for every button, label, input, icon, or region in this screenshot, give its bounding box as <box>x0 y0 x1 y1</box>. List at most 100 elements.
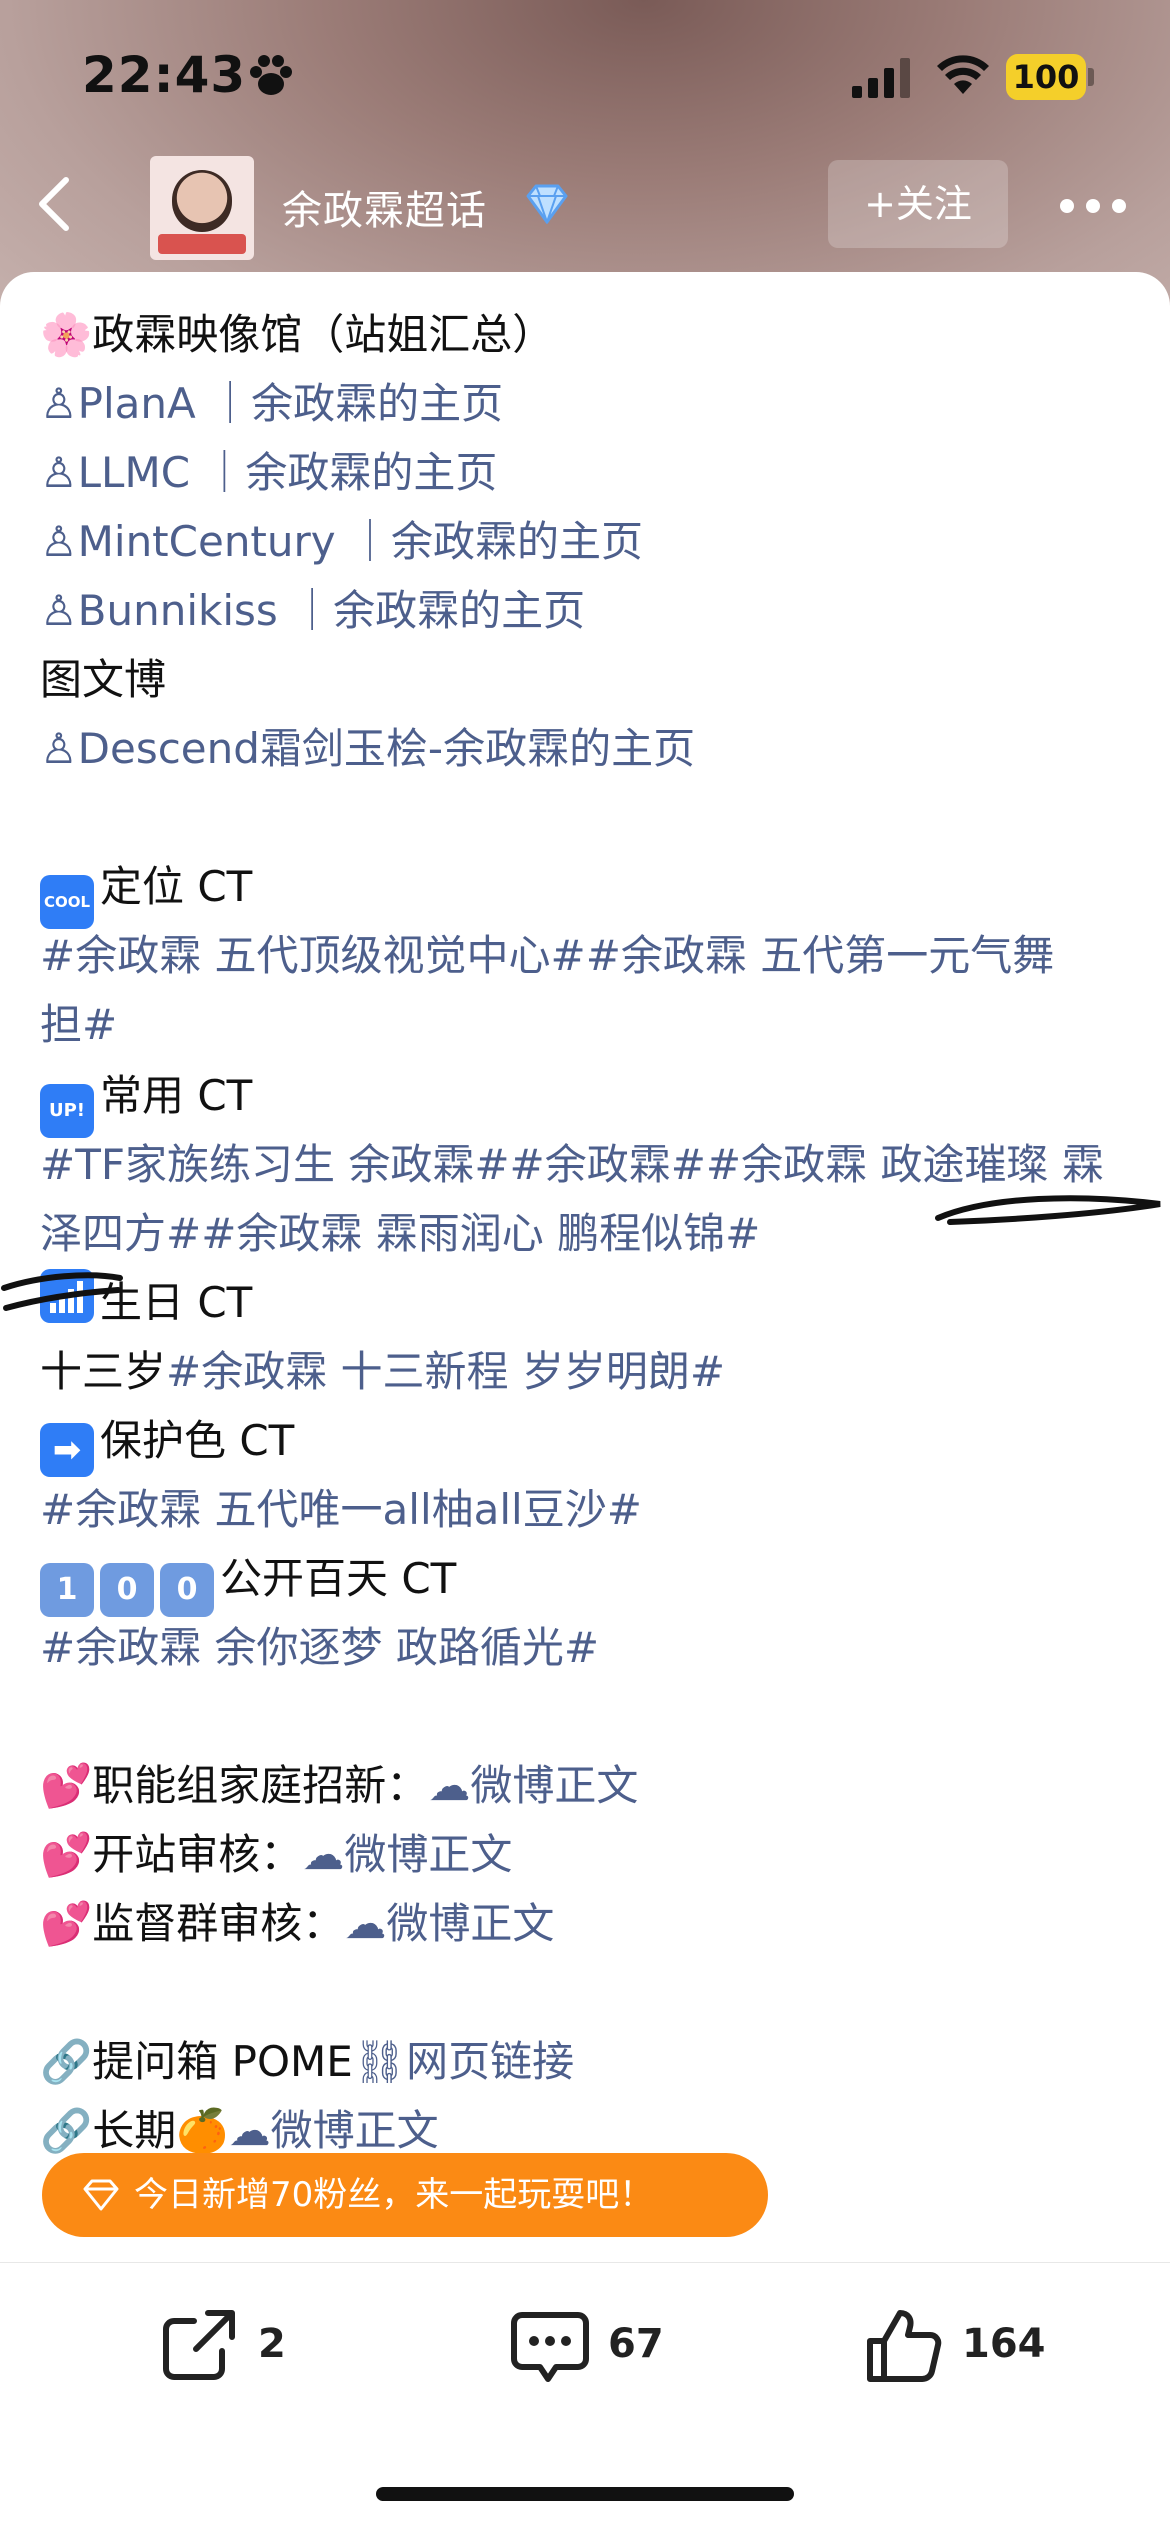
comment-icon <box>511 2312 589 2382</box>
profile-link[interactable]: ♙Bunnikiss ｜余政霖的主页 <box>40 576 1140 645</box>
person-icon: ♙ <box>40 448 78 497</box>
question-box-line: 🔗提问箱 POME⛓网页链接 <box>40 2027 1140 2096</box>
section-heading-text: 公开百天 CT <box>220 1554 457 1603</box>
profile-link-text[interactable]: PlanA ｜余政霖的主页 <box>78 379 503 428</box>
like-count: 164 <box>962 2321 1046 2367</box>
share-icon <box>163 2310 235 2380</box>
profile-link-text[interactable]: Descend霜剑玉桧-余政霖的主页 <box>78 724 695 773</box>
weibo-link[interactable]: ☁微博正文 <box>344 1899 554 1948</box>
intro-heading-text: 政霖映像馆（站姐汇总） <box>92 310 555 359</box>
new-fans-toast[interactable]: 今日新增70粉丝，来一起玩耍吧！ <box>42 2153 768 2237</box>
avatar-face <box>172 170 232 232</box>
chain-link-icon: 🔗 <box>40 2106 93 2155</box>
weibo-link[interactable]: ☁微博正文 <box>302 1830 512 1879</box>
chain-icon: ⛓ <box>352 2037 407 2086</box>
image-post-label: 图文博 <box>40 655 167 704</box>
chain-link-icon: 🔗 <box>40 2037 93 2086</box>
web-link-text[interactable]: 网页链接 <box>406 2037 574 2086</box>
weibo-link[interactable]: ☁微博正文 <box>229 2106 439 2155</box>
share-count: 2 <box>258 2321 286 2367</box>
toast-text: 今日新增70粉丝，来一起玩耍吧！ <box>134 2175 654 2215</box>
home-indicator[interactable] <box>376 2487 794 2501</box>
person-icon: ♙ <box>40 379 78 428</box>
section-heading: COOL 定位 CT <box>40 852 1140 929</box>
recruit-line: 💕监督群审核：☁微博正文 <box>40 1889 1140 1958</box>
profile-link-text[interactable]: Bunnikiss ｜余政霖的主页 <box>78 586 585 635</box>
topic-title[interactable]: 余政霖超话 <box>282 178 487 236</box>
section-heading: 1 0 0 公开百天 CT <box>40 1544 1140 1617</box>
recruit-label: 开站审核： <box>92 1830 303 1879</box>
profile-link[interactable]: ♙LLMC ｜余政霖的主页 <box>40 438 1140 507</box>
battery-tip <box>1088 68 1094 86</box>
digit-one-badge-icon: 1 <box>40 1563 94 1617</box>
profile-link[interactable]: ♙Descend霜剑玉桧-余政霖的主页 <box>40 714 1140 783</box>
hashtag-line[interactable]: #余政霖 五代顶级视觉中心##余政霖 五代第一元气舞担# <box>40 921 1080 1059</box>
signal-bars-badge-icon <box>40 1269 94 1323</box>
hashtag-line[interactable]: #余政霖 十三新程 岁岁明朗# <box>166 1347 725 1396</box>
weibo-link-text[interactable]: 微博正文 <box>470 1761 638 1810</box>
profile-link[interactable]: ♙MintCentury ｜余政霖的主页 <box>40 507 1140 576</box>
status-time: 22:43 <box>82 46 247 104</box>
thumbs-up-icon <box>867 2310 942 2382</box>
web-link[interactable]: ⛓网页链接 <box>353 2037 574 2086</box>
two-hearts-icon: 💕 <box>40 1899 93 1948</box>
post-body: 🌸政霖映像馆（站姐汇总） ♙PlanA ｜余政霖的主页 ♙LLMC ｜余政霖的主… <box>40 300 1140 2165</box>
two-hearts-icon: 💕 <box>40 1761 93 1810</box>
section-heading: ➡ 保护色 CT <box>40 1406 1140 1477</box>
status-bar: 22:43 100 <box>0 0 1170 140</box>
weibo-link-text[interactable]: 微博正文 <box>386 1899 554 1948</box>
weibo-link-text[interactable]: 微博正文 <box>271 2106 439 2155</box>
share-button[interactable]: 2 <box>160 2263 310 2433</box>
hashtag-line[interactable]: #余政霖 五代唯一all柚all豆沙# <box>40 1475 1140 1544</box>
cellular-signal-icon <box>852 58 910 98</box>
battery-indicator: 100 <box>1006 54 1086 100</box>
avatar-name-tag <box>158 234 246 254</box>
cloud-link-icon: ☁ <box>302 1830 345 1879</box>
weibo-link[interactable]: ☁微博正文 <box>428 1761 638 1810</box>
paw-icon <box>250 55 292 95</box>
profile-link-text[interactable]: LLMC ｜余政霖的主页 <box>78 448 498 497</box>
two-hearts-icon: 💕 <box>40 1830 93 1879</box>
person-icon: ♙ <box>40 724 78 773</box>
recruit-line: 💕开站审核：☁微博正文 <box>40 1820 1140 1889</box>
comment-button[interactable]: 67 <box>510 2263 690 2433</box>
weibo-link-text[interactable]: 微博正文 <box>344 1830 512 1879</box>
more-dots-icon[interactable] <box>1058 196 1128 216</box>
wifi-icon <box>937 55 989 94</box>
recruit-line: 💕职能组家庭招新：☁微博正文 <box>40 1751 1140 1820</box>
tangerine-icon: 🍊 <box>176 2106 229 2155</box>
hashtag-line[interactable]: #余政霖 余你逐梦 政路循光# <box>40 1613 1140 1682</box>
hashtag-line[interactable]: #TF家族练习生 余政霖##余政霖##余政霖 政途璀璨 霖泽四方##余政霖 霖雨… <box>40 1130 1130 1268</box>
section-heading-text: 定位 CT <box>100 862 253 911</box>
birthday-prefix: 十三岁 <box>40 1347 167 1396</box>
cloud-link-icon: ☁ <box>344 1899 387 1948</box>
section-heading: 生日 CT <box>40 1268 1140 1337</box>
cloud-link-icon: ☁ <box>428 1761 471 1810</box>
action-bar: 2 67 164 <box>0 2262 1170 2433</box>
super-topic-diamond-icon <box>526 184 568 224</box>
person-icon: ♙ <box>40 586 78 635</box>
cherry-blossom-icon: 🌸 <box>40 310 93 359</box>
back-chevron-icon[interactable] <box>30 174 80 234</box>
profile-link[interactable]: ♙PlanA ｜余政霖的主页 <box>40 369 1140 438</box>
birthday-line: 十三岁#余政霖 十三新程 岁岁明朗# <box>40 1337 1140 1406</box>
digit-zero-badge-icon: 0 <box>100 1563 154 1617</box>
topic-avatar[interactable] <box>150 156 254 260</box>
cloud-link-icon: ☁ <box>228 2106 271 2155</box>
long-term-label: 长期 <box>92 2106 177 2155</box>
question-box-label: 提问箱 POME <box>92 2037 353 2086</box>
follow-button[interactable]: +关注 <box>828 160 1008 248</box>
section-heading-text: 常用 CT <box>100 1071 253 1120</box>
intro-heading: 🌸政霖映像馆（站姐汇总） <box>40 300 1140 369</box>
section-heading-text: 生日 CT <box>100 1278 253 1327</box>
recruit-label: 监督群审核： <box>92 1899 345 1948</box>
profile-link-text[interactable]: MintCentury ｜余政霖的主页 <box>78 517 643 566</box>
digit-zero-badge-icon: 0 <box>160 1563 214 1617</box>
section-heading-text: 保护色 CT <box>100 1416 295 1465</box>
diamond-icon <box>83 2179 119 2211</box>
comment-count: 67 <box>608 2321 664 2367</box>
like-button[interactable]: 164 <box>864 2263 1064 2433</box>
